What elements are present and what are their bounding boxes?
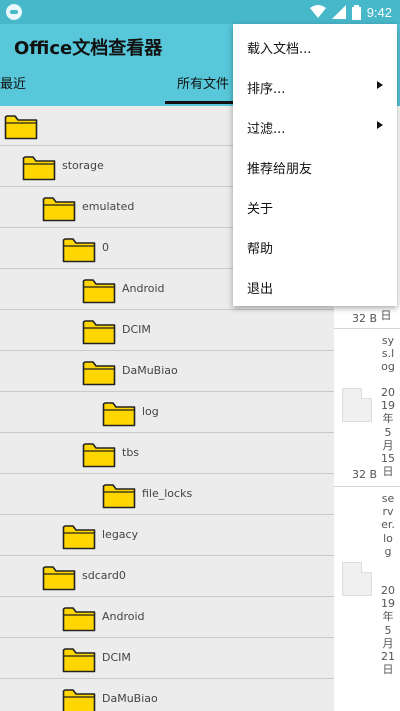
folder-icon [62, 235, 96, 263]
file-date: 2019年5月21日 [381, 584, 395, 677]
folder-label: DCIM [122, 323, 151, 336]
status-icons: 9:42 [309, 0, 392, 24]
submenu-arrow-icon [377, 121, 383, 129]
menu-item-label: 退出 [247, 282, 274, 297]
folder-icon [102, 399, 136, 427]
signal-icon [331, 5, 346, 19]
folder-label: log [142, 405, 159, 418]
folder-icon [82, 317, 116, 345]
app-icon [6, 4, 22, 20]
file-card-sys-log[interactable]: sys.log 2019年5月15日 [336, 330, 398, 484]
folder-row[interactable]: Android [0, 598, 334, 638]
folder-icon [42, 563, 76, 591]
overflow-menu: 载入文档... 排序... 过滤... 推荐给朋友关于帮助退出 [233, 24, 397, 306]
folder-icon [62, 645, 96, 673]
tab-recent[interactable]: 最近 [0, 68, 26, 106]
menu-item-label: 排序... [247, 82, 286, 97]
menu-sort[interactable]: 排序... [233, 66, 397, 106]
wifi-icon [309, 5, 326, 18]
folder-row[interactable]: DCIM [0, 311, 334, 351]
folder-icon [4, 112, 38, 140]
file-name: server.log [381, 492, 395, 558]
folder-label: Android [102, 610, 145, 623]
folder-row[interactable]: file_locks [0, 475, 334, 515]
menu-item-label: 载入文档... [247, 42, 312, 57]
menu-load-document[interactable]: 载入文档... [233, 26, 397, 66]
document-icon [342, 562, 372, 596]
folder-icon [82, 358, 116, 386]
folder-row[interactable]: DaMuBiao [0, 352, 334, 392]
folder-row[interactable]: legacy [0, 516, 334, 556]
file-name: sys.log [381, 334, 395, 374]
folder-icon [82, 440, 116, 468]
file-card-server-log[interactable]: server.log 2019年5月21日 [336, 490, 398, 711]
file-date: 2019年5月15日 [381, 386, 395, 479]
folder-label: file_locks [142, 487, 193, 500]
menu-item-label: 关于 [247, 202, 274, 217]
folder-row[interactable]: sdcard0 [0, 557, 334, 597]
card-separator [334, 486, 400, 487]
menu-item-label: 帮助 [247, 242, 274, 257]
folder-label: sdcard0 [82, 569, 126, 582]
menu-item-label: 推荐给朋友 [247, 162, 313, 177]
folder-label: emulated [82, 200, 135, 213]
menu-filter[interactable]: 过滤... [233, 106, 397, 146]
submenu-arrow-icon [377, 81, 383, 89]
menu-item-label: 过滤... [247, 122, 286, 137]
folder-icon [62, 522, 96, 550]
file-size: 32 B [352, 468, 378, 481]
folder-label: tbs [122, 446, 140, 459]
folder-label: DaMuBiao [102, 692, 158, 705]
status-bar: 9:42 [0, 0, 400, 24]
tab-indicator [165, 101, 237, 104]
folder-row[interactable]: DCIM [0, 639, 334, 679]
folder-icon [62, 686, 96, 711]
battery-icon [351, 4, 361, 20]
folder-label: 0 [102, 241, 109, 254]
folder-label: DaMuBiao [122, 364, 178, 377]
folder-icon [22, 153, 56, 181]
folder-label: storage [62, 159, 104, 172]
menu-recommend[interactable]: 推荐给朋友 [233, 146, 397, 186]
app-title: Office文档查看器 [14, 38, 163, 59]
folder-row[interactable]: DaMuBiao [0, 680, 334, 711]
status-time: 9:42 [366, 4, 392, 20]
folder-icon [82, 276, 116, 304]
folder-label: DCIM [102, 651, 131, 664]
menu-help[interactable]: 帮助 [233, 226, 397, 266]
folder-icon [62, 604, 96, 632]
folder-label: Android [122, 282, 165, 295]
menu-exit[interactable]: 退出 [233, 266, 397, 306]
card1-size: 32 B [352, 312, 378, 325]
folder-icon [42, 194, 76, 222]
card-separator [334, 328, 400, 329]
folder-row[interactable]: log [0, 393, 334, 433]
document-icon [342, 388, 372, 422]
folder-row[interactable]: tbs [0, 434, 334, 474]
folder-label: legacy [102, 528, 139, 541]
folder-icon [102, 481, 136, 509]
menu-about[interactable]: 关于 [233, 186, 397, 226]
